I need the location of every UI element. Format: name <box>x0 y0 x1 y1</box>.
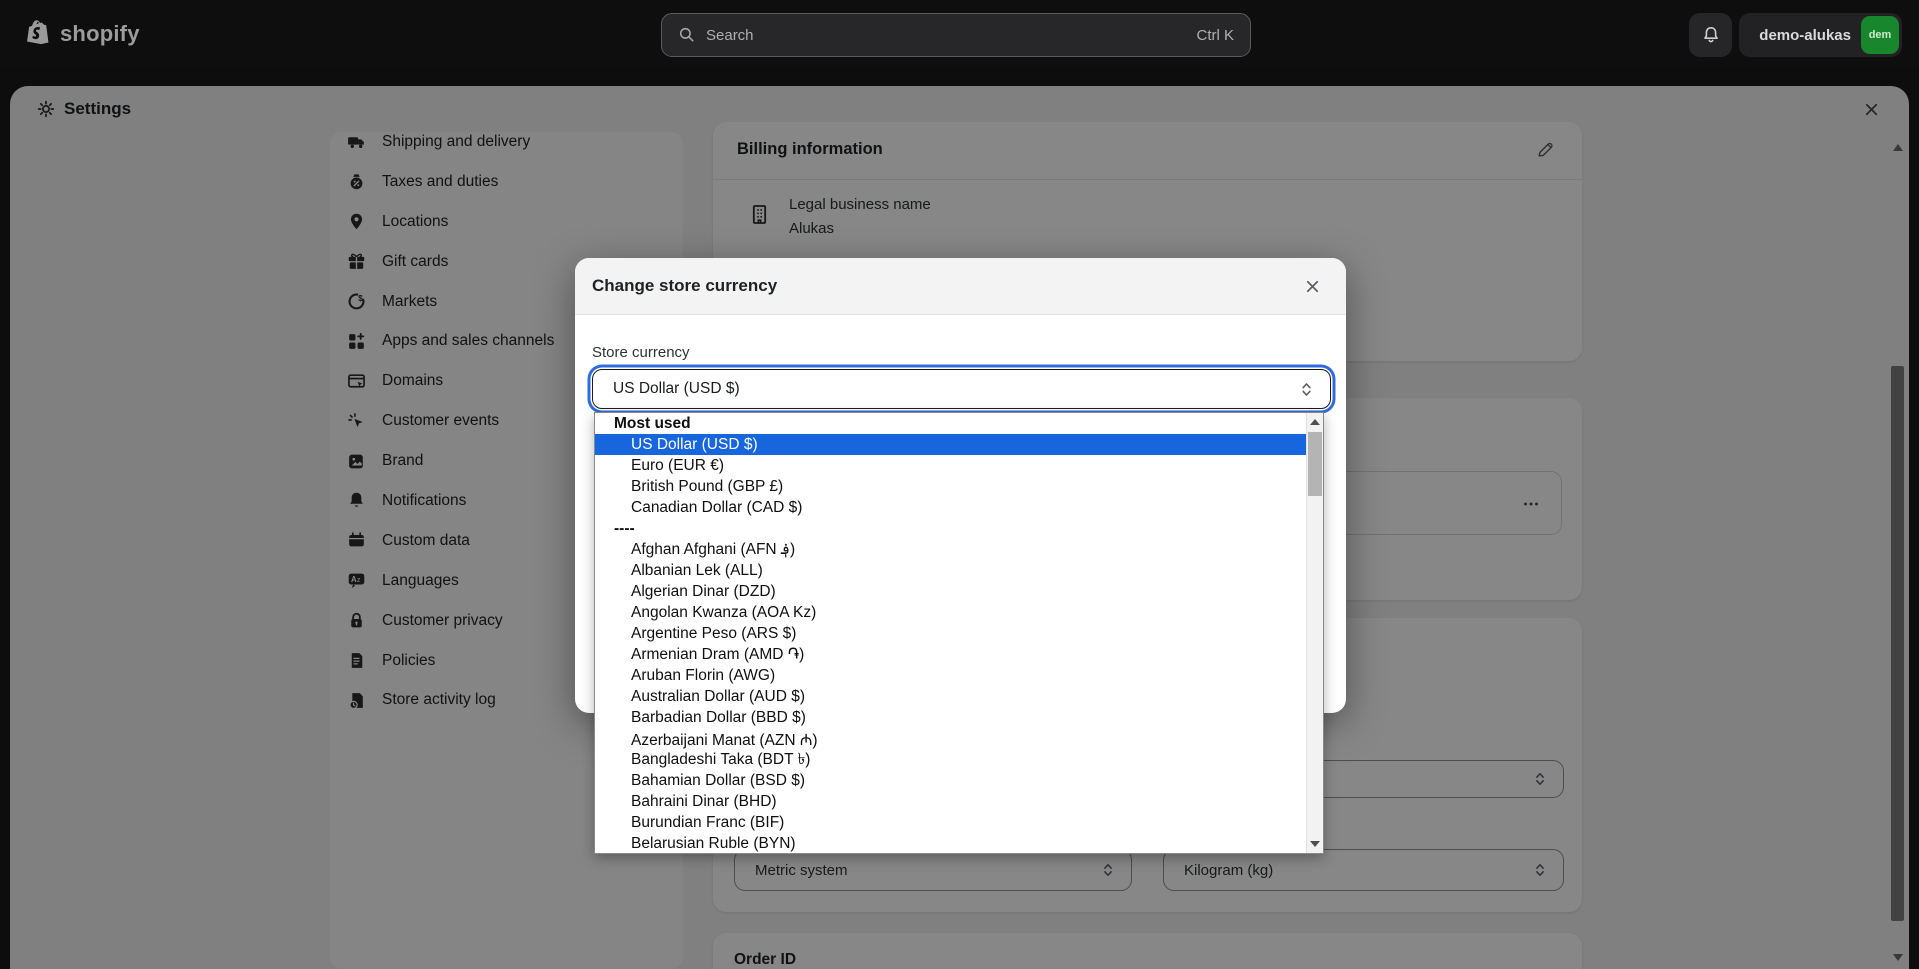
scroll-down-arrow[interactable] <box>1310 841 1320 847</box>
store-currency-select[interactable]: US Dollar (USD $) <box>592 369 1331 409</box>
brand-text: shopify <box>60 20 140 46</box>
avatar: dem <box>1861 16 1899 54</box>
store-currency-label: Store currency <box>592 344 690 361</box>
dropdown-option[interactable]: Argentine Peso (ARS $) <box>595 623 1306 644</box>
currency-dropdown: Most used US Dollar (USD $) Euro (EUR €) Br… <box>594 412 1324 854</box>
user-menu-button[interactable]: demo-alukas dem <box>1739 13 1902 57</box>
shopify-bag-icon <box>26 18 53 49</box>
dropdown-option[interactable]: Angolan Kwanza (AOA Kz) <box>595 602 1306 623</box>
search-placeholder: Search <box>706 26 754 44</box>
dropdown-option[interactable]: Belarusian Ruble (BYN) <box>595 834 1306 853</box>
dropdown-scrollbar <box>1306 413 1323 853</box>
search-icon <box>678 26 696 44</box>
scroll-up-arrow[interactable] <box>1310 419 1320 425</box>
store-currency-value: US Dollar (USD $) <box>613 380 740 397</box>
dropdown-option[interactable]: Canadian Dollar (CAD $) <box>595 497 1306 518</box>
modal-title: Change store currency <box>592 276 778 295</box>
dropdown-option[interactable]: Bahraini Dinar (BHD) <box>595 792 1306 813</box>
user-name: demo-alukas <box>1759 26 1851 44</box>
dropdown-option[interactable]: Burundian Franc (BIF) <box>595 813 1306 834</box>
dropdown-option[interactable]: Australian Dollar (AUD $) <box>595 687 1306 708</box>
stepper-icon <box>1297 380 1316 399</box>
dropdown-option[interactable]: Armenian Dram (AMD ֏) <box>595 645 1306 666</box>
dropdown-option[interactable]: Albanian Lek (ALL) <box>595 560 1306 581</box>
shopify-logo[interactable]: shopify <box>26 18 140 49</box>
modal-close-icon[interactable] <box>1303 277 1322 296</box>
dropdown-separator: ---- <box>614 519 635 537</box>
dropdown-option[interactable]: Aruban Florin (AWG) <box>595 666 1306 687</box>
notifications-button[interactable] <box>1689 13 1732 57</box>
scrollbar-thumb[interactable] <box>1308 432 1322 496</box>
dropdown-option[interactable]: British Pound (GBP £) <box>595 476 1306 497</box>
top-bar: shopify Search Ctrl K demo-alukas dem <box>0 0 1919 70</box>
dropdown-option[interactable]: US Dollar (USD $) <box>595 434 1306 456</box>
dropdown-option[interactable]: Afghan Afghani (AFN ؋) <box>595 539 1306 560</box>
dropdown-option[interactable]: Bangladeshi Taka (BDT ৳) <box>595 750 1306 771</box>
dropdown-option[interactable]: Euro (EUR €) <box>595 455 1306 476</box>
search-shortcut: Ctrl K <box>1196 26 1235 44</box>
dropdown-option[interactable]: Bahamian Dollar (BSD $) <box>595 771 1306 792</box>
bell-icon <box>1701 25 1721 45</box>
dropdown-group-label: Most used <box>614 414 691 432</box>
currency-option-list: Most used US Dollar (USD $) Euro (EUR €) Br… <box>595 413 1306 853</box>
search-input[interactable]: Search Ctrl K <box>661 13 1251 57</box>
dropdown-option[interactable]: Algerian Dinar (DZD) <box>595 581 1306 602</box>
dropdown-option[interactable]: Barbadian Dollar (BBD $) <box>595 708 1306 729</box>
